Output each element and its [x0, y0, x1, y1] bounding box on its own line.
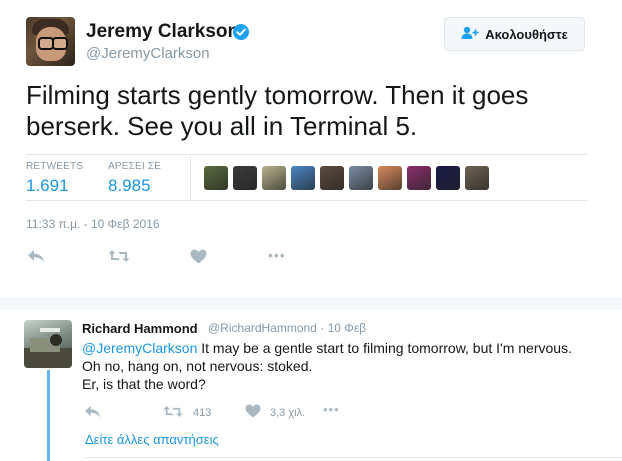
liker-avatar-4[interactable]: [291, 166, 315, 190]
likes-count[interactable]: 8.985: [108, 176, 151, 196]
author-name[interactable]: Jeremy Clarkson: [86, 21, 239, 43]
like-icon[interactable]: [190, 249, 207, 269]
reply-like-count: 3,3 χιλ.: [270, 407, 306, 419]
tweet-text: Filming starts gently tomorrow. Then it …: [26, 80, 529, 141]
liker-avatar-1[interactable]: [204, 166, 228, 190]
reply-retweet-count: 413: [193, 407, 212, 419]
more-options-icon[interactable]: •••: [268, 247, 286, 263]
reply-author-name[interactable]: Richard Hammond: [82, 321, 198, 336]
reply-reply-icon[interactable]: [84, 405, 101, 423]
verified-badge-icon: [233, 24, 249, 40]
liker-avatar-2[interactable]: [233, 166, 257, 190]
reply-text-line3: Er, is that the word?: [82, 376, 206, 392]
add-user-icon: [461, 26, 479, 43]
likes-label: ΑΡΕΣΕΙ ΣΕ: [108, 161, 162, 172]
reply-more-options-icon[interactable]: •••: [323, 402, 340, 417]
retweets-count[interactable]: 1.691: [26, 176, 69, 196]
reply-author-avatar[interactable]: [24, 320, 72, 368]
retweet-icon[interactable]: [108, 249, 130, 268]
reply-author-meta: @RichardHammond · 10 Φεβ: [208, 321, 366, 335]
reply-author-handle[interactable]: @RichardHammond: [208, 321, 317, 335]
follow-button[interactable]: Ακολουθήστε: [444, 17, 585, 51]
author-handle[interactable]: @JeremyClarkson: [86, 45, 210, 62]
retweets-label: RETWEETS: [26, 161, 84, 172]
reply-date[interactable]: · 10 Φεβ: [320, 321, 366, 335]
stats-vertical-divider: [190, 156, 191, 200]
liker-avatar-6[interactable]: [349, 166, 373, 190]
reply-like-icon[interactable]: [245, 404, 261, 423]
liker-avatar-7[interactable]: [378, 166, 402, 190]
stats-bottom-divider: [26, 200, 587, 201]
liker-avatar-3[interactable]: [262, 166, 286, 190]
reply-bottom-divider: [85, 457, 622, 458]
liker-avatar-9[interactable]: [436, 166, 460, 190]
reply-mention-link[interactable]: @JeremyClarkson: [82, 340, 197, 356]
reply-text-line2: Oh no, hang on, not nervous: stoked.: [82, 358, 313, 374]
thread-connector-line: [47, 370, 50, 461]
follow-button-label: Ακολουθήστε: [485, 26, 568, 42]
reply-icon[interactable]: [27, 249, 45, 268]
reply-retweet-icon[interactable]: [163, 405, 183, 423]
author-avatar[interactable]: [26, 17, 75, 66]
liker-avatar-8[interactable]: [407, 166, 431, 190]
tweet-timestamp[interactable]: 11:33 π.μ. - 10 Φεβ 2016: [26, 217, 160, 231]
stats-top-divider: [26, 154, 587, 155]
see-more-replies-link[interactable]: Δείτε άλλες απαντήσεις: [85, 432, 219, 447]
liker-avatar-5[interactable]: [320, 166, 344, 190]
liker-avatar-10[interactable]: [465, 166, 489, 190]
reply-text-line1: It may be a gentle start to filming tomo…: [197, 340, 572, 356]
reply-text: @JeremyClarkson It may be a gentle start…: [82, 339, 602, 393]
